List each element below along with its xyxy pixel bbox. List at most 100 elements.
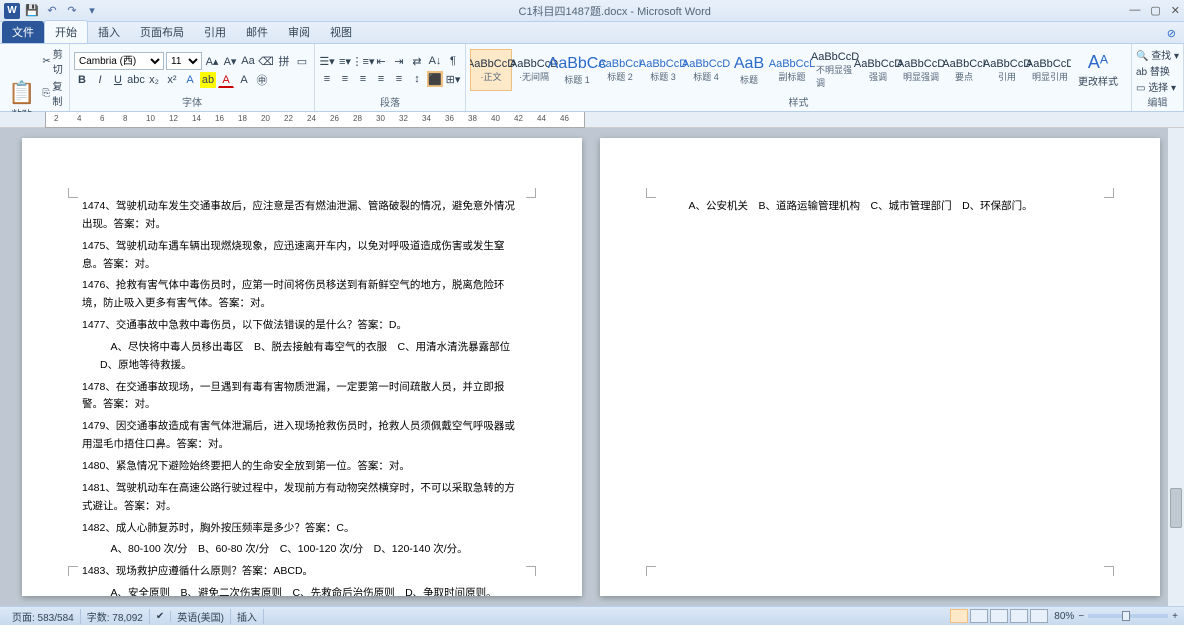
borders-icon[interactable]: ⊞▾ (445, 71, 461, 87)
font-size-select[interactable]: 11 (166, 52, 202, 70)
style-item[interactable]: AaBbCcD·正文 (470, 49, 512, 91)
line-spacing-icon[interactable]: ↕ (409, 71, 425, 87)
font-color-icon[interactable]: A (218, 72, 234, 88)
multilevel-icon[interactable]: ⋮≡▾ (355, 53, 371, 69)
zoom-slider[interactable] (1088, 614, 1168, 618)
shrink-font-icon[interactable]: A▾ (222, 53, 238, 69)
style-item[interactable]: AaBbCcI要点 (943, 49, 985, 91)
view-buttons (950, 609, 1048, 623)
shading-icon[interactable]: ⬛ (427, 71, 443, 87)
copy-button[interactable]: ⎘ 复制 (42, 78, 67, 108)
tab-review[interactable]: 审阅 (278, 21, 320, 43)
cut-button[interactable]: ✂ 剪切 (42, 46, 67, 76)
replace-button[interactable]: ab 替换 (1136, 63, 1179, 78)
style-item[interactable]: AaBbCcI标题 2 (599, 49, 641, 91)
status-words[interactable]: 字数: 78,092 (81, 609, 150, 624)
zoom-out-button[interactable]: − (1078, 611, 1084, 622)
paragraph: 1480、紧急情况下避险始终要把人的生命安全放到第一位。答案：对。 (82, 458, 522, 476)
scrollbar-thumb[interactable] (1170, 488, 1182, 528)
status-language[interactable]: 英语(美国) (171, 609, 231, 624)
align-center-icon[interactable]: ≡ (337, 71, 353, 87)
ribbon-help-icon[interactable]: ⊘ (1161, 24, 1182, 43)
tab-layout[interactable]: 页面布局 (130, 21, 194, 43)
tab-mailings[interactable]: 邮件 (236, 21, 278, 43)
status-pages[interactable]: 页面: 583/584 (6, 609, 81, 624)
find-button[interactable]: 🔍 查找 ▾ (1136, 47, 1179, 62)
page-left[interactable]: 1474、驾驶机动车发生交通事故后，应注意是否有燃油泄漏、管路破裂的情况，避免意… (22, 138, 582, 596)
paragraph: A、尽快将中毒人员移出毒区 B、脱去接触有毒空气的衣服 C、用清水清洗暴露部位 … (82, 339, 522, 375)
bullets-icon[interactable]: ☰▾ (319, 53, 335, 69)
show-marks-icon[interactable]: ¶ (445, 53, 461, 69)
minimize-button[interactable]: — (1129, 4, 1140, 17)
style-item[interactable]: AaBbCcD标题 3 (642, 49, 684, 91)
char-shading-icon[interactable]: A (236, 72, 252, 88)
bold-button[interactable]: B (74, 72, 90, 88)
status-insert-mode[interactable]: 插入 (231, 609, 264, 624)
page-right[interactable]: A、公安机关 B、道路运输管理机构 C、城市管理部门 D、环保部门。 (600, 138, 1160, 596)
maximize-button[interactable]: ▢ (1150, 4, 1160, 17)
style-item[interactable]: AaBbCcD强调 (857, 49, 899, 91)
asian-layout-icon[interactable]: ⇄ (409, 53, 425, 69)
close-button[interactable]: ✕ (1171, 4, 1180, 17)
group-font: Cambria (西) 11 A▴ A▾ Aa ⌫ 拼 ▭ B I U abc … (70, 44, 315, 111)
style-item[interactable]: AaBbCcD明显强调 (900, 49, 942, 91)
enclose-char-icon[interactable]: ㊥ (254, 72, 270, 88)
underline-button[interactable]: U (110, 72, 126, 88)
text-effects-icon[interactable]: A (182, 72, 198, 88)
qat-customize-icon[interactable]: ▾ (84, 3, 100, 19)
style-item[interactable]: AaBbCcD明显引用 (1029, 49, 1071, 91)
view-outline[interactable] (1010, 609, 1028, 623)
view-web[interactable] (990, 609, 1008, 623)
char-border-icon[interactable]: ▭ (294, 53, 310, 69)
select-button[interactable]: ▭ 选择 ▾ (1136, 79, 1179, 94)
subscript-button[interactable]: x₂ (146, 72, 162, 88)
tab-file[interactable]: 文件 (2, 21, 44, 43)
style-item[interactable]: AaB标题 (728, 49, 770, 91)
highlight-icon[interactable]: ab (200, 72, 216, 88)
style-item[interactable]: AaBbCcD标题 4 (685, 49, 727, 91)
align-justify-icon[interactable]: ≡ (373, 71, 389, 87)
titlebar: W 💾 ↶ ↷ ▾ C1科目四1487题.docx - Microsoft Wo… (0, 0, 1184, 22)
grow-font-icon[interactable]: A▴ (204, 53, 220, 69)
view-draft[interactable] (1030, 609, 1048, 623)
undo-icon[interactable]: ↶ (44, 3, 60, 19)
paragraph: 1477、交通事故中急救中毒伤员，以下做法错误的是什么？答案：D。 (82, 317, 522, 335)
save-icon[interactable]: 💾 (24, 3, 40, 19)
font-name-select[interactable]: Cambria (西) (74, 52, 164, 70)
tab-insert[interactable]: 插入 (88, 21, 130, 43)
change-styles-button[interactable]: Aᴬ 更改样式 (1074, 50, 1122, 90)
view-print-layout[interactable] (950, 609, 968, 623)
group-paragraph: ☰▾ ≡▾ ⋮≡▾ ⇤ ⇥ ⇄ A↓ ¶ ≡ ≡ ≡ ≡ ≡ ↕ ⬛ (315, 44, 466, 111)
ribbon: 📋 粘贴 ✂ 剪切 ⎘ 复制 🖌 格式刷 剪贴板 Cambria (西) 11 … (0, 44, 1184, 112)
align-left-icon[interactable]: ≡ (319, 71, 335, 87)
indent-dec-icon[interactable]: ⇤ (373, 53, 389, 69)
style-item[interactable]: AaBbCcL副标题 (771, 49, 813, 91)
redo-icon[interactable]: ↷ (64, 3, 80, 19)
sort-icon[interactable]: A↓ (427, 53, 443, 69)
align-right-icon[interactable]: ≡ (355, 71, 371, 87)
status-spellcheck-icon[interactable]: ✔ (150, 611, 171, 622)
tab-references[interactable]: 引用 (194, 21, 236, 43)
style-item[interactable]: AaBbCc标题 1 (556, 49, 598, 91)
phonetic-icon[interactable]: 拼 (276, 53, 292, 69)
change-case-icon[interactable]: Aa (240, 53, 256, 69)
align-distrib-icon[interactable]: ≡ (391, 71, 407, 87)
strike-button[interactable]: abc (128, 72, 144, 88)
vertical-scrollbar[interactable] (1168, 128, 1184, 606)
view-fullscreen[interactable] (970, 609, 988, 623)
clear-format-icon[interactable]: ⌫ (258, 53, 274, 69)
tab-view[interactable]: 视图 (320, 21, 362, 43)
tab-home[interactable]: 开始 (44, 20, 88, 43)
indent-inc-icon[interactable]: ⇥ (391, 53, 407, 69)
superscript-button[interactable]: x² (164, 72, 180, 88)
group-clipboard: 📋 粘贴 ✂ 剪切 ⎘ 复制 🖌 格式刷 剪贴板 (0, 44, 70, 111)
style-item[interactable]: AaBbCcD引用 (986, 49, 1028, 91)
zoom-in-button[interactable]: + (1172, 611, 1178, 622)
group-editing: 🔍 查找 ▾ ab 替换 ▭ 选择 ▾ 编辑 (1132, 44, 1184, 111)
italic-button[interactable]: I (92, 72, 108, 88)
paragraph: A、安全原则 B、避免二次伤害原则 C、先救命后治伤原则 D、争取时间原则。 (82, 585, 522, 596)
style-item[interactable]: AaBbCcD不明显强调 (814, 49, 856, 91)
zoom-level[interactable]: 80% (1054, 611, 1074, 622)
style-gallery[interactable]: AaBbCcD·正文AaBbCcD·无间隔AaBbCc标题 1AaBbCcI标题… (470, 49, 1071, 91)
horizontal-ruler[interactable]: 2468101214161820222426283032343638404244… (0, 112, 1184, 128)
